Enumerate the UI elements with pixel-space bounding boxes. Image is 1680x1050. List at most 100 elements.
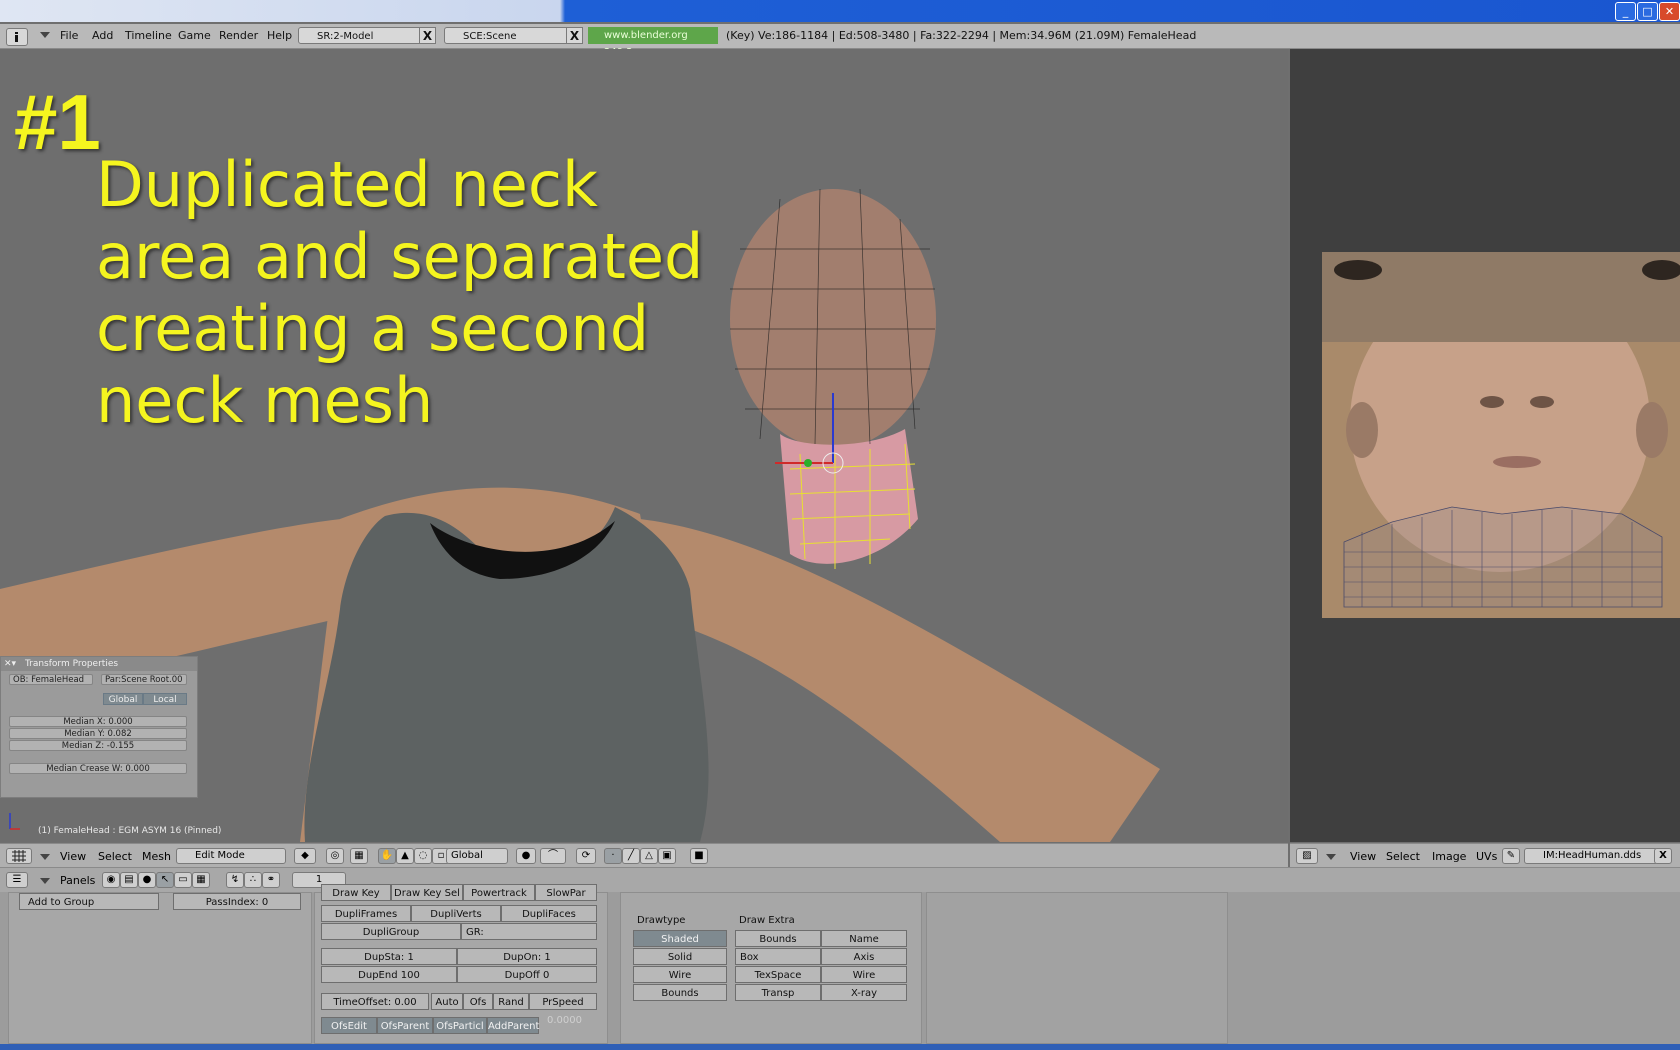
translate-icon[interactable]: ▲ (396, 848, 414, 864)
collapse-menu-icon[interactable] (40, 878, 50, 884)
pivot-icon[interactable]: ◎ (326, 848, 344, 864)
object-context-icon[interactable]: ↖ (156, 872, 174, 888)
unlink-image-button[interactable]: X (1654, 848, 1672, 864)
hand-tool-icon[interactable]: ✋ (378, 848, 396, 864)
ofs-edit-toggle[interactable]: OfsEdit (321, 1017, 377, 1034)
maximize-button[interactable]: □ (1637, 2, 1658, 21)
falloff-icon[interactable]: ⌒ (540, 848, 566, 864)
image-editor-icon[interactable]: ▨ (1296, 848, 1318, 864)
menu-select[interactable]: Select (1386, 850, 1420, 863)
drawtype-shaded[interactable]: Shaded (633, 930, 727, 947)
drawtype-wire[interactable]: Wire (633, 966, 727, 983)
menu-select[interactable]: Select (98, 850, 132, 863)
mode-selector[interactable]: Edit Mode (176, 848, 286, 864)
scene-selector[interactable]: SCE:Scene (444, 27, 574, 44)
3d-viewport[interactable]: #1 Duplicated neck area and separated cr… (0, 49, 1288, 842)
screen-selector[interactable]: SR:2-Model (298, 27, 424, 44)
vertex-select-icon[interactable]: · (604, 848, 622, 864)
delete-screen-button[interactable]: X (419, 27, 436, 44)
panels-menu[interactable]: Panels (60, 874, 95, 887)
close-window-button[interactable]: ✕ (1659, 2, 1680, 21)
face-select-icon[interactable]: △ (640, 848, 658, 864)
add-to-group-button[interactable]: Add to Group (19, 893, 159, 910)
delete-scene-button[interactable]: X (566, 27, 583, 44)
pass-index-field[interactable]: PassIndex: 0 (173, 893, 301, 910)
minimize-button[interactable]: _ (1615, 2, 1636, 21)
occlude-icon[interactable]: ▣ (658, 848, 676, 864)
collapse-menu-icon[interactable] (40, 32, 50, 38)
editing-context-icon[interactable]: ▭ (174, 872, 192, 888)
median-y-field[interactable]: Median Y: 0.082 (9, 728, 187, 739)
local-toggle[interactable]: Local (143, 693, 187, 705)
edge-select-icon[interactable]: ╱ (622, 848, 640, 864)
scene-context-icon[interactable]: ▦ (192, 872, 210, 888)
draw-key-sel-button[interactable]: Draw Key Sel (391, 884, 463, 901)
menu-view[interactable]: View (1350, 850, 1376, 863)
extra-transp-toggle[interactable]: Transp (735, 984, 821, 1001)
layers-icon[interactable]: ▦ (350, 848, 368, 864)
extra-axis-toggle[interactable]: Axis (821, 948, 907, 965)
dupli-faces-button[interactable]: DupliFaces (501, 905, 597, 922)
median-x-field[interactable]: Median X: 0.000 (9, 716, 187, 727)
extra-texspace-toggle[interactable]: TexSpace (735, 966, 821, 983)
median-crease-field[interactable]: Median Crease W: 0.000 (9, 763, 187, 774)
collapse-menu-icon[interactable] (40, 854, 50, 860)
proportional-edit-icon[interactable]: ● (516, 848, 536, 864)
snap-icon[interactable]: ⟳ (576, 848, 596, 864)
menu-mesh[interactable]: Mesh (142, 850, 171, 863)
menu-help[interactable]: Help (267, 29, 292, 42)
menu-game[interactable]: Game (178, 29, 211, 42)
buttons-editor-icon[interactable]: ☰ (6, 872, 28, 888)
script-context-icon[interactable]: ▤ (120, 872, 138, 888)
dup-end-field[interactable]: DupEnd 100 (321, 966, 457, 983)
ofs-toggle[interactable]: Ofs (463, 993, 493, 1010)
dupli-verts-button[interactable]: DupliVerts (411, 905, 501, 922)
draw-type-icon[interactable]: ◆ (294, 848, 316, 864)
menu-render[interactable]: Render (219, 29, 258, 42)
physics-icon[interactable]: ↯ (226, 872, 244, 888)
global-toggle[interactable]: Global (103, 693, 143, 705)
extra-wire-toggle[interactable]: Wire (821, 966, 907, 983)
constraints-icon[interactable]: ⚭ (262, 872, 280, 888)
drawtype-bounds[interactable]: Bounds (633, 984, 727, 1001)
render-view-icon[interactable]: ■ (690, 848, 708, 864)
dup-on-field[interactable]: DupOn: 1 (457, 948, 597, 965)
menu-timeline[interactable]: Timeline (125, 29, 172, 42)
menu-view[interactable]: View (60, 850, 86, 863)
median-z-field[interactable]: Median Z: -0.155 (9, 740, 187, 751)
prspeed-toggle[interactable]: PrSpeed (529, 993, 597, 1010)
menu-add[interactable]: Add (92, 29, 113, 42)
menu-image[interactable]: Image (1432, 850, 1466, 863)
logic-context-icon[interactable]: ◉ (102, 872, 120, 888)
uv-image-editor[interactable] (1290, 49, 1680, 842)
draw-key-button[interactable]: Draw Key (321, 884, 391, 901)
collapse-menu-icon[interactable] (1326, 854, 1336, 860)
extra-bounds-toggle[interactable]: Bounds (735, 930, 821, 947)
parent-field[interactable]: Par:Scene Root.00 (101, 674, 187, 685)
object-name-field[interactable]: OB: FemaleHead (9, 674, 93, 685)
shading-context-icon[interactable]: ● (138, 872, 156, 888)
rotate-icon[interactable]: ◌ (414, 848, 432, 864)
bounds-type-selector[interactable]: Box (735, 948, 821, 965)
add-parent-toggle[interactable]: AddParent (487, 1017, 539, 1034)
ofs-particle-toggle[interactable]: OfsParticl (433, 1017, 487, 1034)
extra-xray-toggle[interactable]: X-ray (821, 984, 907, 1001)
group-field[interactable]: GR: (461, 923, 597, 940)
rand-toggle[interactable]: Rand (493, 993, 529, 1010)
powertrack-button[interactable]: Powertrack (463, 884, 535, 901)
paint-icon[interactable]: ✎ (1502, 848, 1520, 864)
drawtype-solid[interactable]: Solid (633, 948, 727, 965)
orientation-selector[interactable]: Global (446, 848, 508, 864)
dup-off-field[interactable]: DupOff 0 (457, 966, 597, 983)
menu-file[interactable]: File (60, 29, 78, 42)
image-selector[interactable]: IM:HeadHuman.dds (1524, 848, 1658, 864)
blender-web-link[interactable]: www.blender.org 249.2 (588, 27, 718, 58)
auto-toggle[interactable]: Auto (431, 993, 463, 1010)
particles-icon[interactable]: ∴ (244, 872, 262, 888)
dupli-frames-button[interactable]: DupliFrames (321, 905, 411, 922)
menu-uvs[interactable]: UVs (1476, 850, 1497, 863)
dupli-group-button[interactable]: DupliGroup (321, 923, 461, 940)
extra-name-toggle[interactable]: Name (821, 930, 907, 947)
dup-sta-field[interactable]: DupSta: 1 (321, 948, 457, 965)
time-offset-field[interactable]: TimeOffset: 0.00 (321, 993, 429, 1010)
